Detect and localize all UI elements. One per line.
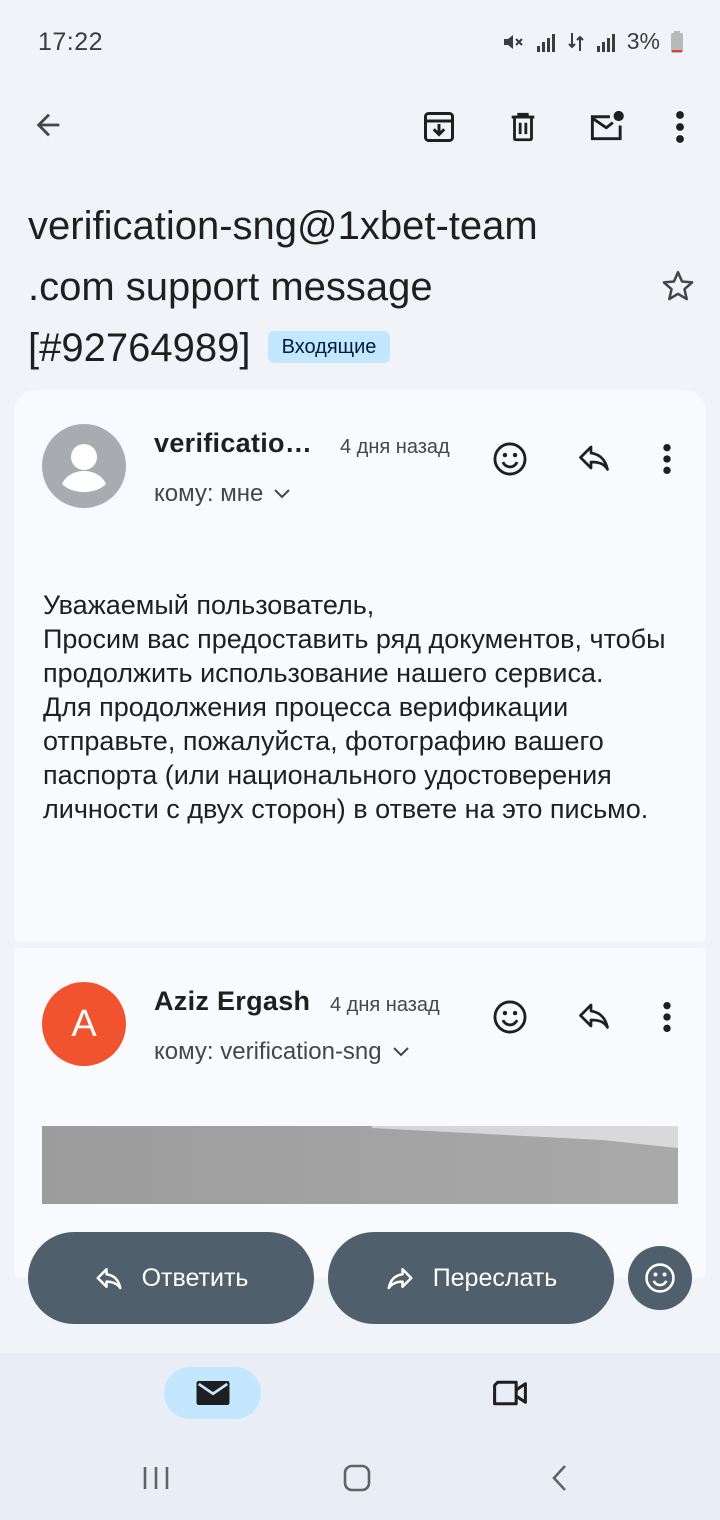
status-time: 17:22 xyxy=(38,28,104,56)
chevron-down-icon xyxy=(274,489,291,499)
avatar[interactable] xyxy=(42,424,126,508)
more-options-button[interactable] xyxy=(654,101,706,153)
recent-apps-icon xyxy=(143,1467,169,1489)
archive-icon xyxy=(424,112,454,142)
nav-meet-tab[interactable] xyxy=(484,1367,536,1419)
back-icon xyxy=(552,1465,566,1491)
more-vert-icon xyxy=(676,111,684,143)
battery-icon xyxy=(670,30,684,54)
avatar[interactable]: A xyxy=(42,982,126,1066)
recipient-text: кому: verification-sng xyxy=(154,1038,382,1065)
person-icon xyxy=(62,444,106,492)
mail-icon xyxy=(196,1381,229,1405)
react-button[interactable] xyxy=(628,1246,692,1310)
forward-icon xyxy=(387,1268,413,1290)
arrow-back-icon xyxy=(36,113,60,137)
reply-icon xyxy=(579,1003,609,1029)
chevron-down-icon xyxy=(392,1047,409,1057)
sender-name: Aziz Ergash xyxy=(154,986,311,1016)
emoji-icon xyxy=(493,442,527,476)
sender-name: verificatio… xyxy=(154,428,313,458)
reply-label: Ответить xyxy=(141,1263,249,1292)
body-paragraph: Просим вас предоставить ряд документов, … xyxy=(43,624,666,688)
body-greeting: Уважаемый пользователь, xyxy=(43,590,375,620)
archive-button[interactable] xyxy=(413,101,465,153)
message-time: 4 дня назад xyxy=(330,994,440,1016)
message-more-button[interactable] xyxy=(641,991,693,1043)
home-button[interactable] xyxy=(327,1448,387,1508)
reply-icon xyxy=(579,445,609,471)
forward-button[interactable]: Переслать xyxy=(328,1232,614,1324)
delete-button[interactable] xyxy=(497,101,549,153)
data-transfer-icon xyxy=(567,31,585,53)
trash-icon xyxy=(511,112,535,142)
video-camera-icon xyxy=(493,1380,527,1406)
recipient-details-toggle[interactable]: кому: verification-sng xyxy=(154,1038,410,1066)
more-vert-icon xyxy=(663,1001,671,1033)
mark-unread-button[interactable] xyxy=(581,101,633,153)
star-button[interactable] xyxy=(652,260,704,312)
back-button[interactable] xyxy=(22,99,74,151)
home-icon xyxy=(343,1464,371,1492)
more-vert-icon xyxy=(663,443,671,475)
recent-apps-button[interactable] xyxy=(126,1448,186,1508)
add-reaction-button[interactable] xyxy=(484,991,536,1043)
nav-mail-tab[interactable] xyxy=(164,1367,261,1419)
add-reaction-button[interactable] xyxy=(484,433,536,485)
reply-button[interactable]: Ответить xyxy=(28,1232,314,1324)
battery-level: 3% xyxy=(626,28,660,54)
forward-label: Переслать xyxy=(432,1263,558,1292)
mute-icon xyxy=(501,30,525,54)
recipient-details-toggle[interactable]: кому: мне xyxy=(154,480,291,508)
reply-message-button[interactable] xyxy=(568,433,620,485)
recipient-text: кому: мне xyxy=(154,480,264,507)
reply-icon xyxy=(96,1268,122,1290)
message-time: 4 дня назад xyxy=(340,436,450,458)
message-more-button[interactable] xyxy=(641,433,693,485)
signal-icon-2 xyxy=(595,31,617,53)
body-paragraph: Для продолжения процесса верификации отп… xyxy=(43,692,649,824)
reply-message-button[interactable] xyxy=(568,991,620,1043)
inbox-label[interactable]: Входящие xyxy=(267,331,391,363)
status-icons: 3% xyxy=(501,28,684,55)
mail-unread-icon xyxy=(590,110,624,141)
attached-photo[interactable] xyxy=(42,1126,678,1204)
back-nav-button[interactable] xyxy=(530,1448,590,1508)
email-subject: verification-sng@1xbet-team .com support… xyxy=(28,196,628,379)
emoji-icon xyxy=(645,1263,675,1293)
emoji-icon xyxy=(493,1000,527,1034)
message-body: Уважаемый пользователь, Просим вас предо… xyxy=(43,588,683,826)
signal-icon xyxy=(535,31,557,53)
photo-image xyxy=(42,1126,678,1204)
star-icon xyxy=(662,270,694,301)
